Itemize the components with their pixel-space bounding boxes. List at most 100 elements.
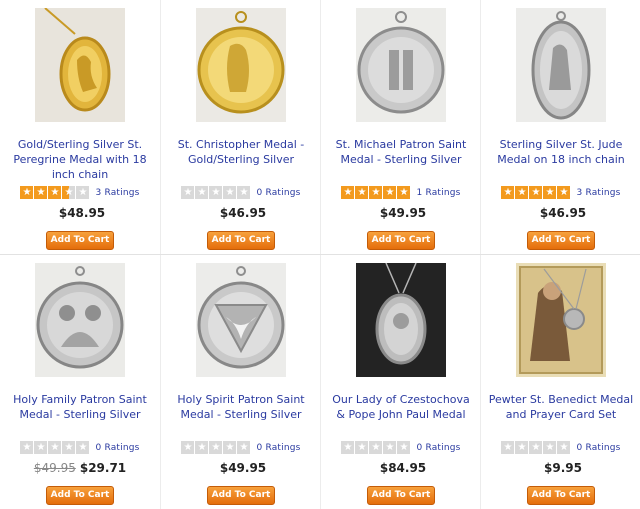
star-rating: ★ ★ ★ ★ ★ [181, 441, 251, 454]
star-icon: ★ [397, 186, 411, 199]
price: $9.95 [481, 461, 640, 475]
rating-row: ★ ★ ★ ★ ★ 0 Ratings [161, 186, 321, 199]
star-icon: ★ [529, 441, 543, 454]
add-to-cart-button[interactable]: Add To Cart [527, 486, 595, 505]
star-icon: ★ [355, 186, 369, 199]
product-row: Gold/Sterling Silver St. Peregrine Medal… [0, 0, 640, 254]
add-to-cart-button[interactable]: Add To Cart [367, 231, 435, 250]
star-icon: ★ [20, 186, 34, 199]
star-rating: ★ ★ ★ ★ ★ [20, 186, 90, 199]
star-icon: ★ [397, 441, 411, 454]
ratings-count-link[interactable]: 0 Ratings [256, 188, 300, 198]
rating-row: ★ ★ ★ ★ ★ 3 Ratings [481, 186, 640, 199]
gold-oval-medal-icon[interactable] [35, 8, 125, 122]
star-icon: ★ [383, 441, 397, 454]
add-to-cart-button[interactable]: Add To Cart [207, 231, 275, 250]
ratings-count-link[interactable]: 0 Ratings [95, 443, 139, 453]
current-price: $46.95 [219, 206, 267, 220]
product-title-link[interactable]: Pewter St. Benedict Medal and Prayer Car… [487, 392, 635, 422]
price: $46.95 [161, 206, 321, 220]
product-title-link[interactable]: Gold/Sterling Silver St. Peregrine Medal… [6, 137, 154, 182]
product-card: Our Lady of Czestochova & Pope John Paul… [320, 255, 481, 509]
star-icon: ★ [48, 186, 62, 199]
ratings-count-link[interactable]: 0 Ratings [416, 443, 460, 453]
star-icon: ★ [76, 186, 90, 199]
star-icon: ★ [223, 441, 237, 454]
product-title-link[interactable]: Sterling Silver St. Jude Medal on 18 inc… [487, 137, 635, 167]
silver-round-medal-icon[interactable] [356, 8, 446, 122]
star-icon: ★ [557, 186, 571, 199]
star-icon: ★ [34, 441, 48, 454]
silver-oval-medal-icon[interactable] [356, 263, 446, 377]
star-icon: ★ [369, 186, 383, 199]
current-price: $29.71 [79, 461, 127, 475]
product-card: Pewter St. Benedict Medal and Prayer Car… [480, 255, 640, 509]
product-card: Gold/Sterling Silver St. Peregrine Medal… [0, 0, 160, 254]
product-title-link[interactable]: Our Lady of Czestochova & Pope John Paul… [327, 392, 475, 422]
star-icon: ★ [515, 186, 529, 199]
star-icon: ★ [341, 186, 355, 199]
star-icon: ★ [48, 441, 62, 454]
star-icon: ★ [20, 441, 34, 454]
product-grid: Gold/Sterling Silver St. Peregrine Medal… [0, 0, 640, 509]
star-icon: ★ [515, 441, 529, 454]
price: $49.95 $29.71 [0, 461, 160, 475]
star-icon: ★ [543, 441, 557, 454]
old-price: $49.95 [33, 461, 76, 475]
silver-oval-medal-icon[interactable] [516, 8, 606, 122]
add-to-cart-button[interactable]: Add To Cart [527, 231, 595, 250]
current-price: $49.95 [219, 461, 267, 475]
star-icon: ★ [195, 186, 209, 199]
rating-row: ★ ★ ★ ★ ★ 0 Ratings [321, 441, 481, 454]
star-icon: ★ [369, 441, 383, 454]
star-icon: ★ [62, 441, 76, 454]
price: $48.95 [0, 206, 160, 220]
ratings-count-link[interactable]: 0 Ratings [576, 443, 620, 453]
star-icon: ★ [181, 441, 195, 454]
current-price: $84.95 [379, 461, 427, 475]
product-title-link[interactable]: St. Christopher Medal - Gold/Sterling Si… [167, 137, 315, 167]
add-to-cart-button[interactable]: Add To Cart [367, 486, 435, 505]
price: $49.95 [321, 206, 481, 220]
star-icon: ★ [209, 186, 223, 199]
star-icon: ★ [237, 441, 251, 454]
add-to-cart-button[interactable]: Add To Cart [46, 486, 114, 505]
ratings-count-link[interactable]: 0 Ratings [256, 443, 300, 453]
ratings-count-link[interactable]: 1 Ratings [416, 188, 460, 198]
gold-round-medal-icon[interactable] [196, 8, 286, 122]
prayer-card-set-icon[interactable] [516, 263, 606, 377]
price: $49.95 [161, 461, 321, 475]
product-title-link[interactable]: Holy Family Patron Saint Medal - Sterlin… [6, 392, 154, 422]
rating-row: ★ ★ ★ ★ ★ 1 Ratings [321, 186, 481, 199]
star-rating: ★ ★ ★ ★ ★ [341, 186, 411, 199]
product-title-link[interactable]: St. Michael Patron Saint Medal - Sterlin… [327, 137, 475, 167]
star-icon: ★ [34, 186, 48, 199]
silver-round-medal-icon[interactable] [35, 263, 125, 377]
star-rating: ★ ★ ★ ★ ★ [20, 441, 90, 454]
current-price: $48.95 [58, 206, 106, 220]
star-icon: ★ [501, 186, 515, 199]
star-icon: ★ [529, 186, 543, 199]
product-card: Sterling Silver St. Jude Medal on 18 inc… [480, 0, 640, 254]
product-card: Holy Family Patron Saint Medal - Sterlin… [0, 255, 160, 509]
star-icon: ★ [501, 441, 515, 454]
ratings-count-link[interactable]: 3 Ratings [95, 188, 139, 198]
star-icon: ★ [181, 186, 195, 199]
product-card: St. Christopher Medal - Gold/Sterling Si… [160, 0, 321, 254]
star-icon: ★ [543, 186, 557, 199]
star-icon: ★ [209, 441, 223, 454]
star-rating: ★ ★ ★ ★ ★ [181, 186, 251, 199]
dove-medal-icon[interactable] [196, 263, 286, 377]
current-price: $9.95 [544, 461, 582, 475]
product-row: Holy Family Patron Saint Medal - Sterlin… [0, 254, 640, 509]
product-title-link[interactable]: Holy Spirit Patron Saint Medal - Sterlin… [167, 392, 315, 422]
current-price: $46.95 [539, 206, 587, 220]
add-to-cart-button[interactable]: Add To Cart [207, 486, 275, 505]
ratings-count-link[interactable]: 3 Ratings [576, 188, 620, 198]
star-icon: ★ [62, 186, 76, 199]
rating-row: ★ ★ ★ ★ ★ 0 Ratings [161, 441, 321, 454]
star-icon: ★ [341, 441, 355, 454]
rating-row: ★ ★ ★ ★ ★ 3 Ratings [0, 186, 160, 199]
star-icon: ★ [355, 441, 369, 454]
add-to-cart-button[interactable]: Add To Cart [46, 231, 114, 250]
